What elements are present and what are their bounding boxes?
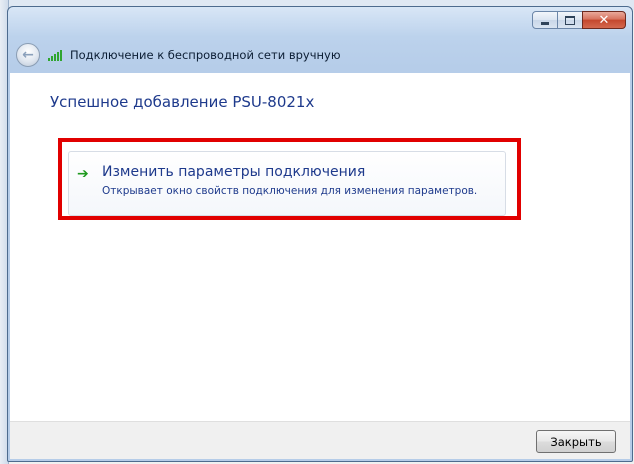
page-heading: Успешное добавление PSU-8021x	[50, 93, 315, 111]
back-button[interactable]: ←	[16, 43, 40, 67]
dialog-window: ✕ ← Подключение к беспроводной сети вруч…	[7, 6, 633, 462]
caption-buttons: ✕	[532, 11, 626, 31]
dialog-header: ← Подключение к беспроводной сети вручну…	[10, 37, 630, 73]
command-link-title: Изменить параметры подключения	[102, 164, 366, 180]
change-connection-settings-link[interactable]: ➔ Изменить параметры подключения Открыва…	[68, 151, 506, 216]
close-button[interactable]: Закрыть	[536, 430, 616, 453]
green-arrow-icon: ➔	[77, 166, 89, 182]
back-arrow-icon: ←	[22, 47, 34, 63]
maximize-icon	[565, 15, 575, 25]
wireless-signal-icon	[48, 49, 64, 61]
content-area: Успешное добавление PSU-8021x ➔ Изменить…	[10, 73, 630, 421]
close-window-button[interactable]: ✕	[582, 11, 626, 29]
minimize-icon	[541, 21, 549, 25]
dialog-footer: Закрыть	[10, 421, 630, 459]
minimize-button[interactable]	[532, 11, 558, 29]
command-link-description: Открывает окно свойств подключения для и…	[102, 185, 478, 197]
close-icon: ✕	[598, 12, 610, 28]
dialog-title: Подключение к беспроводной сети вручную	[70, 48, 341, 62]
maximize-button[interactable]	[557, 11, 583, 29]
